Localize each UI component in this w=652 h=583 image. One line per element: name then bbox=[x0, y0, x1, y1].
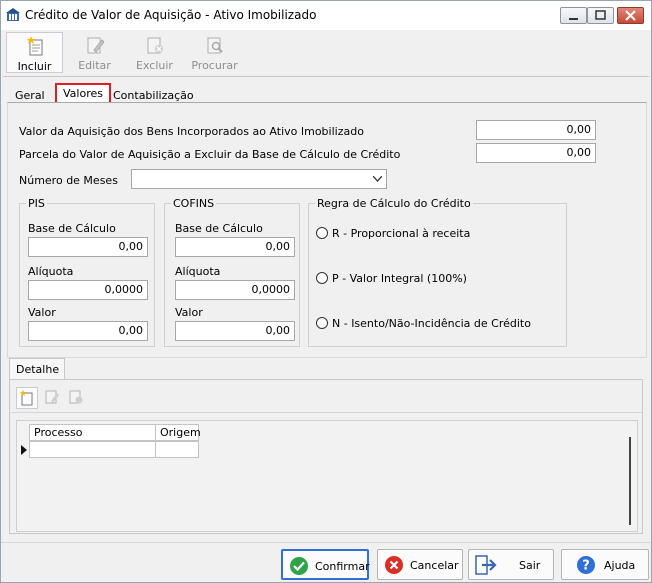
close-icon bbox=[625, 10, 636, 21]
ajuda-label: Ajuda bbox=[604, 559, 636, 572]
radio-isento-label[interactable]: N - Isento/Não-Incidência de Crédito bbox=[332, 317, 531, 330]
tab-detalhe[interactable]: Detalhe bbox=[9, 358, 65, 379]
detalhe-grid: Processo Origem bbox=[16, 420, 638, 532]
grid-scrollbar[interactable] bbox=[629, 437, 631, 525]
confirmar-button[interactable]: Confirmar bbox=[281, 549, 370, 580]
table-row[interactable] bbox=[29, 441, 156, 458]
check-icon bbox=[290, 557, 308, 575]
pis-base-input[interactable]: 0,00 bbox=[28, 237, 148, 257]
new-document-icon bbox=[27, 36, 43, 56]
tab-geral[interactable]: Geral bbox=[15, 89, 45, 102]
cofins-group-title: COFINS bbox=[171, 197, 217, 210]
pis-aliquota-input[interactable]: 0,0000 bbox=[28, 280, 148, 300]
regra-group-title: Regra de Cálculo do Crédito bbox=[315, 197, 473, 210]
excluir-button[interactable]: Excluir bbox=[126, 32, 183, 73]
help-icon: ? bbox=[577, 556, 595, 574]
tab-valores-label: Valores bbox=[63, 87, 103, 100]
pis-valor-label: Valor bbox=[28, 306, 56, 319]
grid-header-processo[interactable]: Processo bbox=[29, 424, 156, 441]
pis-group-title: PIS bbox=[26, 197, 47, 210]
maximize-button[interactable] bbox=[587, 7, 614, 24]
edit-document-icon bbox=[45, 390, 59, 404]
minimize-icon bbox=[569, 18, 578, 20]
numero-meses-select[interactable] bbox=[131, 169, 387, 189]
ajuda-button[interactable]: ? Ajuda bbox=[561, 549, 649, 580]
title-bar: Crédito de Valor de Aquisição - Ativo Im… bbox=[1, 1, 651, 30]
tab-detalhe-label: Detalhe bbox=[16, 363, 60, 376]
excluir-label: Excluir bbox=[136, 59, 173, 72]
radio-proporcional-label[interactable]: R - Proporcional à receita bbox=[332, 227, 470, 240]
row-indicator-icon bbox=[21, 445, 27, 455]
incluir-button[interactable]: Incluir bbox=[6, 32, 63, 73]
cancel-icon bbox=[385, 556, 403, 574]
exit-door-icon bbox=[475, 555, 497, 575]
maximize-icon bbox=[595, 10, 606, 20]
editar-button[interactable]: Editar bbox=[66, 32, 123, 73]
cofins-valor-input[interactable]: 0,00 bbox=[175, 321, 295, 341]
dialog-window: Crédito de Valor de Aquisição - Ativo Im… bbox=[0, 0, 652, 583]
tab-contabilizacao[interactable]: Contabilização bbox=[113, 89, 194, 102]
chevron-down-icon bbox=[373, 176, 382, 182]
cofins-base-input[interactable]: 0,00 bbox=[175, 237, 295, 257]
detalhe-add-button[interactable] bbox=[16, 387, 38, 409]
new-document-icon bbox=[20, 390, 33, 406]
radio-integral[interactable] bbox=[316, 272, 328, 284]
numero-meses-label: Número de Meses bbox=[19, 174, 118, 187]
search-document-icon bbox=[207, 37, 223, 54]
pis-aliquota-label: Alíquota bbox=[28, 265, 74, 278]
detalhe-edit-button[interactable] bbox=[42, 387, 64, 409]
minimize-button[interactable] bbox=[560, 7, 587, 24]
radio-proporcional[interactable] bbox=[316, 227, 328, 239]
cofins-aliquota-label: Alíquota bbox=[175, 265, 221, 278]
editar-label: Editar bbox=[78, 59, 111, 72]
window-title: Crédito de Valor de Aquisição - Ativo Im… bbox=[25, 8, 317, 22]
cofins-valor-label: Valor bbox=[175, 306, 203, 319]
valor-aquisicao-label: Valor da Aquisição dos Bens Incorporados… bbox=[19, 125, 364, 138]
detalhe-toolbar bbox=[10, 380, 642, 413]
valor-aquisicao-input[interactable]: 0,00 bbox=[476, 120, 596, 140]
sair-label: Sair bbox=[519, 559, 541, 572]
cofins-base-label: Base de Cálculo bbox=[175, 222, 263, 235]
sair-button[interactable]: Sair bbox=[468, 549, 554, 580]
radio-integral-label[interactable]: P - Valor Integral (100%) bbox=[332, 272, 467, 285]
cancelar-label: Cancelar bbox=[410, 559, 459, 572]
close-button[interactable] bbox=[617, 7, 644, 24]
delete-document-icon bbox=[147, 37, 163, 54]
table-row[interactable] bbox=[155, 441, 199, 458]
procurar-button[interactable]: Procurar bbox=[186, 32, 243, 73]
procurar-label: Procurar bbox=[191, 59, 238, 72]
parcela-label: Parcela do Valor de Aquisição a Excluir … bbox=[19, 148, 401, 161]
parcela-input[interactable]: 0,00 bbox=[476, 143, 596, 163]
edit-document-icon bbox=[87, 37, 104, 54]
grid-header-origem[interactable]: Origem bbox=[155, 424, 201, 441]
toolbar: Incluir Editar Excluir Procurar bbox=[3, 30, 649, 75]
pis-base-label: Base de Cálculo bbox=[28, 222, 116, 235]
detalhe-panel: Processo Origem bbox=[9, 379, 643, 534]
svg-text:?: ? bbox=[582, 559, 590, 574]
cancelar-button[interactable]: Cancelar bbox=[377, 549, 463, 580]
radio-isento[interactable] bbox=[316, 317, 328, 329]
detalhe-delete-button[interactable] bbox=[66, 387, 88, 409]
building-icon bbox=[6, 8, 20, 21]
pis-valor-input[interactable]: 0,00 bbox=[28, 321, 148, 341]
delete-document-icon bbox=[69, 390, 83, 404]
confirmar-label: Confirmar bbox=[315, 560, 370, 573]
cofins-aliquota-input[interactable]: 0,0000 bbox=[175, 280, 295, 300]
toolbar-separator bbox=[3, 76, 649, 77]
incluir-label: Incluir bbox=[17, 60, 52, 73]
